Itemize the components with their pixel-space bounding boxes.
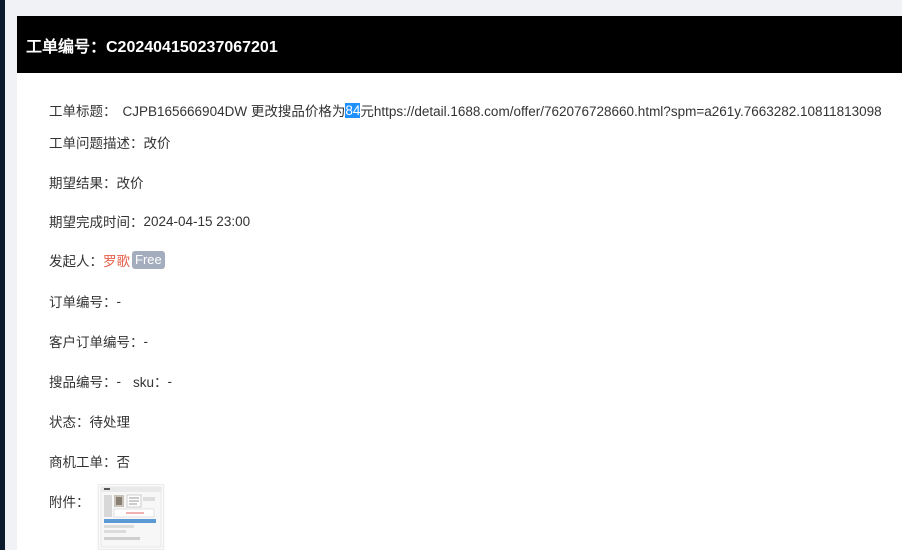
opportunity-row: 商机工单： 否 <box>49 451 130 471</box>
sku-value: - <box>167 373 173 389</box>
product-number-value: - <box>116 373 122 389</box>
expected-result-value: 改价 <box>116 176 144 191</box>
status-row: 状态： 待处理 <box>49 411 130 431</box>
ticket-title-label: 工单标题： <box>49 104 117 119</box>
customer-order-row: 客户订单编号： - <box>49 331 148 351</box>
status-label: 状态： <box>49 415 90 430</box>
customer-order-value: - <box>143 333 149 349</box>
order-number-value: - <box>116 293 122 309</box>
customer-order-label: 客户订单编号： <box>49 335 144 350</box>
ticket-title-prefix: CJPB165666904DW 更改搜品价格为 <box>122 104 346 119</box>
ticket-title-highlight: 84 <box>345 102 361 118</box>
initiator-name[interactable]: 罗歌 <box>103 250 130 270</box>
attachment-row: 附件： <box>49 491 90 511</box>
initiator-badge: Free <box>132 251 165 269</box>
deadline-label: 期望完成时间： <box>49 215 144 230</box>
product-number-row: 搜品编号： - sku： - <box>49 371 172 391</box>
ticket-title-suffix: 元https://detail.1688.com/offer/762076728… <box>360 104 882 119</box>
attachment-label: 附件： <box>49 495 90 510</box>
product-number-label: 搜品编号： <box>49 375 117 390</box>
ticket-desc-value: 改价 <box>143 136 171 151</box>
opportunity-label: 商机工单： <box>49 455 117 470</box>
opportunity-value: 否 <box>116 455 131 470</box>
deadline-row: 期望完成时间： 2024-04-15 23:00 <box>49 211 250 231</box>
attachment-image-icon <box>100 486 162 548</box>
order-number-row: 订单编号： - <box>49 291 121 311</box>
ticket-detail-panel: 工单编号：C202404150237067201 工单标题： CJPB16566… <box>17 16 902 550</box>
status-value: 待处理 <box>89 415 131 430</box>
ticket-desc-row: 工单问题描述： 改价 <box>49 132 171 152</box>
ticket-title-row: 工单标题： CJPB165666904DW 更改搜品价格为 84 元https://… <box>49 100 882 120</box>
initiator-row: 发起人： 罗歌 Free <box>49 250 165 270</box>
expected-result-label: 期望结果： <box>49 176 117 191</box>
deadline-value: 2024-04-15 23:00 <box>143 213 251 229</box>
left-sidebar-edge <box>0 0 5 550</box>
expected-result-row: 期望结果： 改价 <box>49 172 144 192</box>
ticket-number-header: 工单编号：C202404150237067201 <box>17 16 902 73</box>
sku-label: sku： <box>133 375 168 390</box>
initiator-label: 发起人： <box>49 254 103 269</box>
ticket-desc-label: 工单问题描述： <box>49 136 144 151</box>
attachment-thumbnail[interactable] <box>98 484 164 550</box>
order-number-label: 订单编号： <box>49 295 117 310</box>
